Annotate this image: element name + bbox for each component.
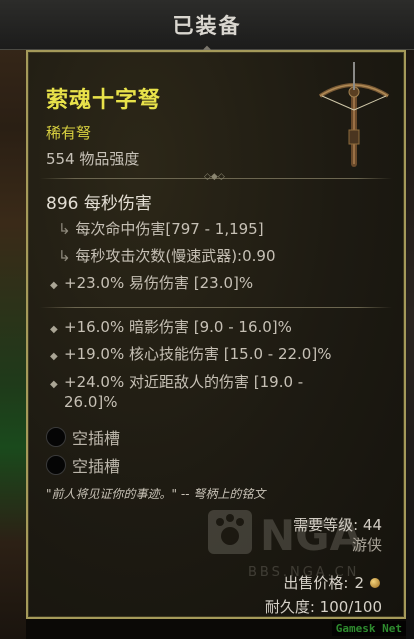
item-power: 554 物品强度 (46, 150, 140, 168)
diamond-bullet-icon: ◆ (50, 280, 58, 291)
socket-label: 空插槽 (72, 429, 121, 448)
affix-text: +16.0% 暗影伤害 [9.0 - 16.0]% (64, 318, 292, 336)
item-type: 稀有弩 (46, 124, 92, 142)
divider (40, 307, 392, 308)
sell-price: 出售价格: 2 (283, 572, 380, 593)
branch-icon: ↳ (58, 247, 76, 265)
gold-coin-icon (370, 577, 380, 588)
level-requirement: 需要等级: 44 (293, 516, 382, 534)
attacks-per-second-text: 每秒攻击次数(慢速武器):0.90 (75, 247, 276, 265)
item-tooltip-panel: 萦魂十字弩 稀有弩 554 物品强度 ◇◆◇ 896 每秒伤害 ↳ 每次命中伤害… (26, 50, 406, 619)
tooltip-header: 已装备 ◆ (0, 0, 414, 55)
site-stamp: Gamesk Net (331, 621, 406, 636)
sell-price-label: 出售价格: (283, 574, 349, 592)
branch-icon: ↳ (58, 220, 76, 238)
affix-line: ◆ +16.0% 暗影伤害 [9.0 - 16.0]% (50, 316, 292, 337)
implicit-affix-text: +23.0% 易伤伤害 [23.0]% (64, 274, 254, 292)
affix-line: ◆ +19.0% 核心技能伤害 [15.0 - 22.0]% (50, 343, 331, 364)
item-name: 萦魂十字弩 (46, 88, 162, 113)
damage-per-hit: ↳ 每次命中伤害[797 - 1,195] (58, 218, 264, 239)
diamond-bullet-icon: ◆ (50, 324, 58, 335)
damage-per-hit-text: 每次命中伤害[797 - 1,195] (75, 220, 264, 238)
game-world-background-right (406, 0, 414, 639)
affix-text: 26.0]% (64, 393, 118, 411)
affix-line: ◆ +24.0% 对近距敌人的伤害 [19.0 - (50, 371, 303, 392)
durability: 耐久度: 100/100 (264, 598, 382, 616)
dps-value: 896 每秒伤害 (46, 194, 152, 214)
flavor-text: "前人将见证你的事迹。" -- 弩柄上的铭文 (46, 487, 266, 501)
affix-line-continued: 26.0]% (64, 393, 118, 411)
socket-label: 空插槽 (72, 457, 121, 476)
diamond-bullet-icon: ◆ (50, 379, 58, 390)
diamond-bullet-icon: ◆ (50, 351, 58, 362)
crossbow-icon (318, 62, 390, 167)
attacks-per-second: ↳ 每秒攻击次数(慢速武器):0.90 (58, 245, 276, 266)
class-requirement: 游侠 (351, 536, 382, 554)
affix-text: +19.0% 核心技能伤害 [15.0 - 22.0]% (64, 345, 332, 363)
affix-text: +24.0% 对近距敌人的伤害 [19.0 - (64, 373, 304, 391)
implicit-affix: ◆ +23.0% 易伤伤害 [23.0]% (50, 272, 253, 293)
empty-socket-icon[interactable] (46, 455, 66, 475)
divider-ornament-icon: ◇◆◇ (204, 172, 225, 182)
empty-socket-icon[interactable] (46, 427, 66, 447)
game-world-background (0, 0, 26, 639)
sell-price-value: 2 (354, 573, 364, 592)
equipped-title: 已装备 (172, 13, 242, 38)
